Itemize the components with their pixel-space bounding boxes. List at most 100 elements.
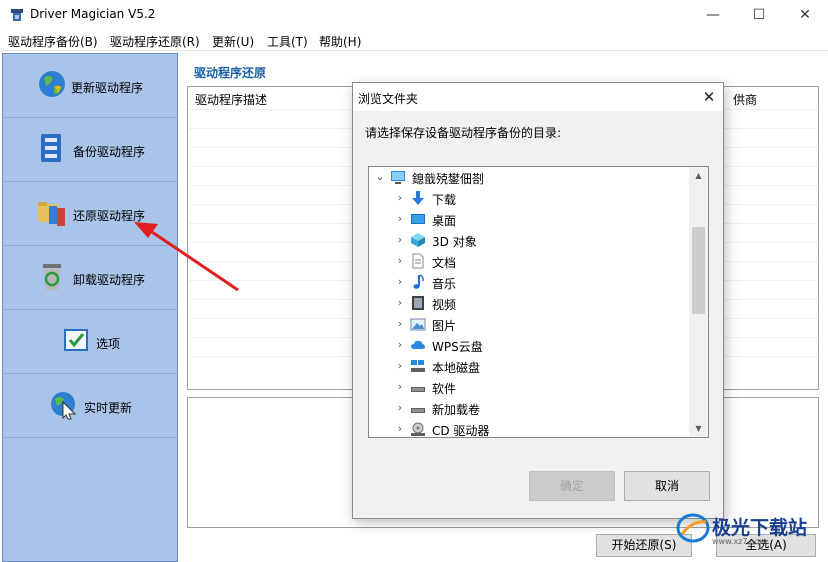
app-icon <box>11 9 23 21</box>
expand-icon[interactable]: › <box>394 317 406 330</box>
tree-scrollbar[interactable]: ▲ ▼ <box>689 167 708 437</box>
tree-item-downloads[interactable]: › 下载 <box>369 188 689 209</box>
tree-item-documents[interactable]: › 文档 <box>369 251 689 272</box>
local-disk-icon <box>411 360 425 372</box>
desktop-icon <box>411 214 425 224</box>
restore-icon <box>38 202 65 226</box>
dialog-close-button[interactable]: ✕ <box>695 83 723 111</box>
expand-icon[interactable]: › <box>394 275 406 288</box>
column-header-description[interactable]: 驱动程序描述 <box>195 91 267 108</box>
tree-item-label: 视频 <box>432 298 457 312</box>
dialog-prompt: 请选择保存设备驱动程序备份的目录: <box>365 126 562 140</box>
sidebar-item-update-drivers[interactable]: 更新驱动程序 <box>3 54 177 118</box>
expand-icon[interactable]: › <box>394 233 406 246</box>
tree-item-label: 音乐 <box>432 277 457 291</box>
3d-objects-icon <box>411 233 425 247</box>
options-icon <box>64 329 88 351</box>
ok-button[interactable]: 确定 <box>529 471 615 501</box>
download-icon <box>412 191 424 205</box>
expand-icon[interactable]: › <box>394 212 406 225</box>
sidebar-item-live-update[interactable]: 实时更新 <box>3 374 177 438</box>
sidebar-item-label: 实时更新 <box>84 401 133 415</box>
scroll-down-arrow-icon[interactable]: ▼ <box>689 420 708 437</box>
sidebar: 更新驱动程序 备份驱动程序 还原驱动程序 卸载驱动程序 选项 实时更新 <box>2 53 178 562</box>
expand-icon[interactable]: › <box>394 422 406 435</box>
documents-icon <box>412 253 424 269</box>
collapse-icon[interactable]: ⌄ <box>374 170 386 183</box>
tree-item-label: 新加载卷 <box>432 403 481 417</box>
menu-help[interactable]: 帮助(H) <box>319 33 361 50</box>
sidebar-item-uninstall-drivers[interactable]: 卸载驱动程序 <box>3 246 177 310</box>
drive-icon <box>411 408 425 413</box>
scroll-up-arrow-icon[interactable]: ▲ <box>689 167 708 184</box>
window-title: Driver Magician V5.2 <box>30 7 156 21</box>
tree-item-local-disk[interactable]: › 本地磁盘 <box>369 356 689 377</box>
section-title: 驱动程序还原 <box>194 66 267 80</box>
tree-item-label: CD 驱动器 <box>432 424 490 438</box>
sidebar-item-label: 更新驱动程序 <box>71 81 144 95</box>
expand-icon[interactable]: › <box>394 359 406 372</box>
sidebar-item-label: 还原驱动程序 <box>73 209 146 223</box>
recycle-bin-icon <box>43 264 61 290</box>
menu-backup[interactable]: 驱动程序备份(B) <box>8 33 98 50</box>
expand-icon[interactable]: › <box>394 191 406 204</box>
tree-item-videos[interactable]: › 视频 <box>369 293 689 314</box>
music-icon <box>413 274 424 289</box>
expand-icon[interactable]: › <box>394 401 406 414</box>
sidebar-item-label: 备份驱动程序 <box>73 145 146 159</box>
tree-item-label: 鎴戠殑鐢佃剳 <box>412 172 485 186</box>
tree-item-wps-cloud[interactable]: › WPS云盘 <box>369 335 689 356</box>
watermark-logo-icon <box>676 513 710 543</box>
menu-restore[interactable]: 驱动程序还原(R) <box>110 33 200 50</box>
video-icon <box>412 296 424 310</box>
tree-item-music[interactable]: › 音乐 <box>369 272 689 293</box>
expand-icon[interactable]: › <box>394 296 406 309</box>
tree-item-label: 图片 <box>432 319 457 333</box>
watermark-text: 极光下载站 <box>712 517 808 539</box>
sidebar-item-backup-drivers[interactable]: 备份驱动程序 <box>3 118 177 182</box>
tree-item-label: 3D 对象 <box>432 235 477 249</box>
watermark-subtext: www.xz7.com <box>712 537 768 546</box>
tree-item-pictures[interactable]: › 图片 <box>369 314 689 335</box>
tree-item-cd-drive[interactable]: › CD 驱动器 <box>369 419 689 438</box>
tree-item-software[interactable]: › 软件 <box>369 377 689 398</box>
menu-tools[interactable]: 工具(T) <box>267 33 308 50</box>
live-update-icon <box>51 392 77 420</box>
tree-item-label: 下载 <box>432 193 457 207</box>
sidebar-item-label: 选项 <box>96 337 121 351</box>
scroll-thumb[interactable] <box>692 227 705 314</box>
dialog-title-bar: 浏览文件夹 ✕ <box>353 83 723 111</box>
sidebar-item-options[interactable]: 选项 <box>3 310 177 374</box>
backup-icon <box>41 134 61 162</box>
expand-icon[interactable]: › <box>394 338 406 351</box>
tree-item-desktop[interactable]: › 桌面 <box>369 209 689 230</box>
cd-drive-icon <box>411 422 425 436</box>
tree-item-label: 软件 <box>432 382 457 396</box>
computer-icon <box>391 171 405 184</box>
tree-item-3d-objects[interactable]: › 3D 对象 <box>369 230 689 251</box>
tree-item-label: WPS云盘 <box>432 340 483 354</box>
tree-item-label: 文档 <box>432 256 457 270</box>
tree-item-this-pc[interactable]: ⌄ 鎴戠殑鐢佃剳 <box>369 167 689 188</box>
cancel-button[interactable]: 取消 <box>624 471 710 501</box>
browse-folder-dialog: 浏览文件夹 ✕ 请选择保存设备驱动程序备份的目录: ⌄ 鎴戠殑鐢佃剳 › 下载 … <box>352 82 724 519</box>
column-header-vendor[interactable]: 供商 <box>733 91 757 108</box>
sidebar-item-label: 卸载驱动程序 <box>73 273 146 287</box>
folder-tree[interactable]: ⌄ 鎴戠殑鐢佃剳 › 下载 › 桌面 › 3D 对象 › 文档 › 音乐 › 视… <box>368 166 709 438</box>
minimize-button[interactable]: — <box>690 0 736 31</box>
dialog-title: 浏览文件夹 <box>358 92 419 106</box>
sidebar-item-restore-drivers[interactable]: 还原驱动程序 <box>3 182 177 246</box>
tree-item-label: 桌面 <box>432 214 457 228</box>
title-bar: Driver Magician V5.2 — ☐ ✕ <box>0 0 828 31</box>
maximize-button[interactable]: ☐ <box>736 0 782 31</box>
expand-icon[interactable]: › <box>394 254 406 267</box>
expand-icon[interactable]: › <box>394 380 406 393</box>
menu-bar: 驱动程序备份(B) 驱动程序还原(R) 更新(U) 工具(T) 帮助(H) <box>0 31 828 51</box>
menu-update[interactable]: 更新(U) <box>212 33 254 50</box>
tree-item-label: 本地磁盘 <box>432 361 481 375</box>
globe-update-icon <box>39 71 65 97</box>
tree-item-new-volume[interactable]: › 新加载卷 <box>369 398 689 419</box>
close-button[interactable]: ✕ <box>782 0 828 31</box>
drive-icon <box>411 387 425 392</box>
watermark: 极光下载站 www.xz7.com <box>672 510 828 546</box>
